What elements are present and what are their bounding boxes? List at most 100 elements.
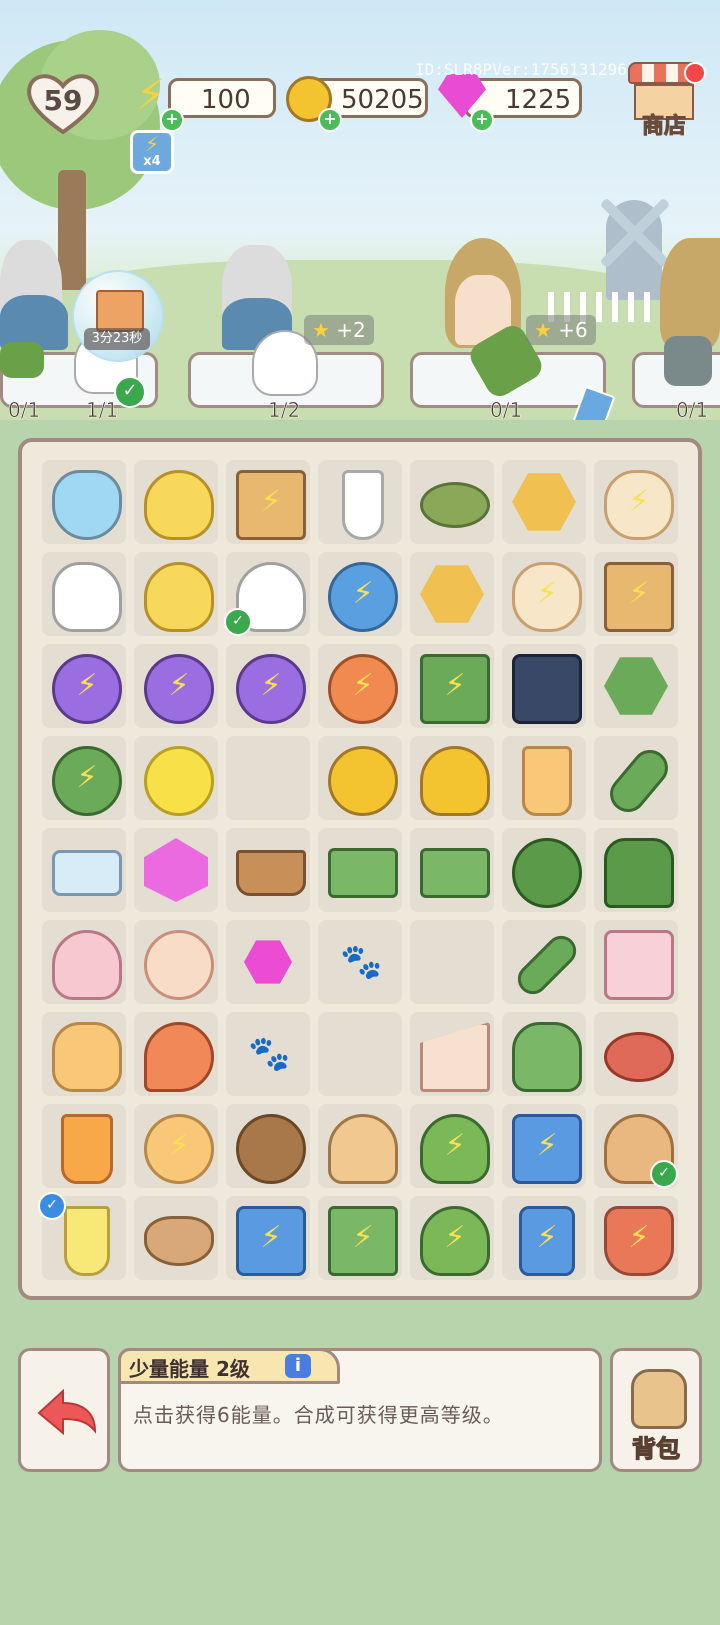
board-cell[interactable] [410, 1012, 494, 1096]
board-cell[interactable] [42, 1012, 126, 1096]
board-cell[interactable] [318, 736, 402, 820]
gold-coins-pile-icon[interactable] [420, 746, 490, 816]
board-cell[interactable]: ⚡ [594, 552, 678, 636]
board-cell[interactable] [594, 736, 678, 820]
rubber-duck-icon[interactable] [144, 470, 214, 540]
shop-button[interactable]: 商店 [628, 62, 706, 140]
goose-icon[interactable] [52, 562, 122, 632]
orange-juice-glass-icon[interactable] [522, 746, 572, 816]
cat-plush-energy-icon[interactable]: ⚡ [512, 562, 582, 632]
farmer-girl-customer[interactable] [660, 238, 720, 348]
info-button[interactable]: i [285, 1354, 311, 1378]
board-cell[interactable] [318, 1012, 402, 1096]
board-cell[interactable] [226, 736, 310, 820]
sprout-pot-icon[interactable] [236, 850, 306, 896]
board-cell[interactable] [42, 920, 126, 1004]
purple-energy-coin-icon[interactable]: ⚡ [52, 654, 122, 724]
strawberry-cake-icon[interactable] [604, 930, 674, 1000]
order-item-pliers[interactable] [664, 336, 712, 386]
paper-cup-icon[interactable] [342, 470, 384, 540]
raw-meat-icon[interactable] [604, 1032, 674, 1082]
board-cell[interactable] [42, 460, 126, 544]
green-case-energy-icon[interactable]: ⚡ [328, 1206, 398, 1276]
board-cell[interactable] [594, 920, 678, 1004]
purple-energy-coin-icon[interactable]: ⚡ [236, 654, 306, 724]
board-cell[interactable] [226, 920, 310, 1004]
board-cell[interactable] [318, 460, 402, 544]
board-cell[interactable]: ⚡ [502, 552, 586, 636]
board-cell[interactable] [502, 828, 586, 912]
board-cell[interactable] [502, 736, 586, 820]
board-cell[interactable]: ⚡ [594, 1196, 678, 1280]
coconut-drink-icon[interactable] [236, 1114, 306, 1184]
green-helmet-gloves-icon[interactable] [512, 838, 582, 908]
board-cell[interactable]: ⚡ [226, 460, 310, 544]
board-cell[interactable] [134, 1012, 218, 1096]
back-button[interactable] [18, 1348, 110, 1472]
orange-energy-coin-icon[interactable]: ⚡ [328, 654, 398, 724]
green-toolbox-icon[interactable] [420, 848, 490, 898]
infinity-hex-token-icon[interactable] [512, 473, 576, 531]
fruit-parfait-icon[interactable] [52, 1022, 122, 1092]
beach-picnic-energy-icon[interactable]: ⚡ [144, 1114, 214, 1184]
orange-drink-icon[interactable] [61, 1114, 113, 1184]
board-cell[interactable] [226, 828, 310, 912]
green-bean-icon[interactable] [420, 482, 490, 528]
level-badge[interactable]: 59 [24, 70, 102, 136]
green-energy-coin-icon[interactable]: ⚡ [52, 746, 122, 816]
cat-basket-icon[interactable] [144, 1216, 214, 1266]
board-cell[interactable] [594, 1012, 678, 1096]
strawberry-cake-slice-icon[interactable] [420, 1022, 490, 1092]
board-cell[interactable]: ⚡ [226, 1196, 310, 1280]
garden-trowel-icon[interactable] [602, 742, 676, 820]
board-cell[interactable] [42, 828, 126, 912]
board-cell[interactable] [134, 736, 218, 820]
hourglass-hex-token-icon[interactable] [420, 565, 484, 623]
add-gems-button[interactable]: + [470, 108, 494, 132]
board-cell[interactable]: ⚡ [410, 1196, 494, 1280]
pink-hexagon-icon[interactable] [244, 940, 292, 984]
board-cell[interactable]: ⚡ [594, 460, 678, 544]
bowl-of-candy-icon[interactable] [52, 470, 122, 540]
green-armor-gloves-icon[interactable] [604, 838, 674, 908]
board-cell[interactable] [502, 1012, 586, 1096]
board-cell[interactable] [134, 552, 218, 636]
board-cell[interactable]: ⚡ [318, 1196, 402, 1280]
board-cell[interactable] [502, 460, 586, 544]
board-cell[interactable]: ✓ [594, 1104, 678, 1188]
board-cell[interactable]: ⚡ [318, 552, 402, 636]
board-cell[interactable] [226, 1104, 310, 1188]
green-gloves-icon[interactable] [512, 1022, 582, 1092]
add-coins-button[interactable]: + [318, 108, 342, 132]
ice-cream-sundae-icon[interactable] [52, 930, 122, 1000]
board-cell[interactable] [134, 828, 218, 912]
board-cell[interactable] [502, 920, 586, 1004]
board-cell[interactable]: ⚡ [410, 1104, 494, 1188]
board-cell[interactable]: ⚡ [42, 644, 126, 728]
blue-machine-energy-icon[interactable]: ⚡ [512, 1114, 582, 1184]
backpack-button[interactable]: 背包 [610, 1348, 702, 1472]
board-cell[interactable] [318, 828, 402, 912]
order-item-gloves[interactable] [0, 342, 44, 378]
gold-coins-small-icon[interactable] [328, 746, 398, 816]
board-cell[interactable] [42, 552, 126, 636]
board-cell[interactable] [410, 920, 494, 1004]
dark-clip-icon[interactable] [512, 654, 582, 724]
board-cell[interactable] [42, 1104, 126, 1188]
board-cell[interactable]: ⚡ [134, 1104, 218, 1188]
board-cell[interactable]: ✓ [38, 1192, 126, 1280]
board-cell[interactable] [134, 460, 218, 544]
board-cell[interactable] [594, 828, 678, 912]
board-cell[interactable] [134, 1196, 218, 1280]
blue-energy-coin-icon[interactable]: ⚡ [328, 562, 398, 632]
energy-boost-button[interactable]: ⚡ x4 [130, 130, 174, 174]
board-cell[interactable] [318, 1104, 402, 1188]
strawberry-pot-energy-icon[interactable]: ⚡ [604, 1206, 674, 1276]
board-cell[interactable] [410, 736, 494, 820]
board-cell[interactable]: ⚡ [410, 644, 494, 728]
lemon-icon[interactable] [144, 746, 214, 816]
board-cell[interactable]: ⚡ [502, 1196, 586, 1280]
meat-gift-box-icon[interactable]: ⚡ [236, 470, 306, 540]
board-cell[interactable] [410, 552, 494, 636]
green-toolbox-energy-icon[interactable]: ⚡ [420, 654, 490, 724]
